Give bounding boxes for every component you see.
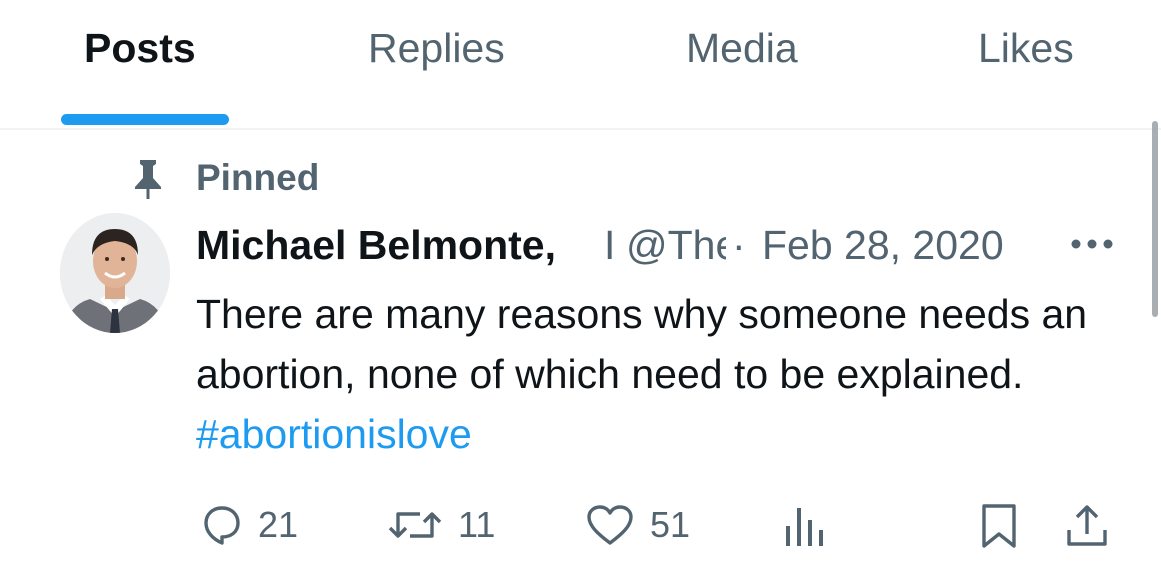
- post-text-content: There are many reasons why someone needs…: [196, 291, 1088, 397]
- author-name-truncated: I: [604, 222, 616, 268]
- reply-count: 21: [258, 504, 299, 545]
- tabs-divider: [0, 128, 1161, 130]
- reply-icon: [204, 506, 240, 545]
- reply-button[interactable]: 21: [198, 500, 298, 550]
- tab-replies[interactable]: Replies: [368, 24, 505, 72]
- profile-tabs: Posts Replies Media Likes: [0, 0, 1161, 128]
- post-text: There are many reasons why someone needs…: [196, 284, 1136, 464]
- like-count: 51: [650, 504, 691, 545]
- post-header: Michael Belmonte, I @The · Feb 28, 2020: [196, 220, 1136, 270]
- avatar-image: [60, 213, 170, 333]
- pinned-label: Pinned: [196, 157, 320, 198]
- avatar[interactable]: [60, 213, 170, 333]
- post-date[interactable]: Feb 28, 2020: [762, 220, 1004, 270]
- separator-dot: ·: [732, 222, 746, 268]
- share-button[interactable]: [1064, 500, 1110, 550]
- heart-icon: [587, 505, 633, 545]
- tab-likes[interactable]: Likes: [978, 24, 1074, 72]
- pin-icon: [135, 160, 161, 199]
- hashtag-link[interactable]: #abortionislove: [196, 411, 472, 457]
- share-icon: [1067, 505, 1107, 546]
- repost-count: 11: [458, 504, 496, 545]
- scrollbar[interactable]: [1152, 121, 1158, 317]
- bookmark-icon: [982, 504, 1016, 548]
- repost-button[interactable]: 11: [386, 500, 495, 550]
- tab-media[interactable]: Media: [686, 24, 798, 72]
- views-button[interactable]: [782, 500, 828, 550]
- repost-icon: [388, 512, 442, 538]
- author-name[interactable]: Michael Belmonte,: [196, 220, 556, 270]
- author-handle[interactable]: @The: [626, 220, 726, 270]
- tab-posts[interactable]: Posts: [84, 24, 196, 72]
- like-button[interactable]: 51: [584, 500, 690, 550]
- active-tab-indicator: [61, 114, 229, 125]
- bookmark-button[interactable]: [978, 500, 1020, 550]
- analytics-icon: [786, 508, 823, 546]
- more-horizontal-icon[interactable]: [1070, 236, 1114, 252]
